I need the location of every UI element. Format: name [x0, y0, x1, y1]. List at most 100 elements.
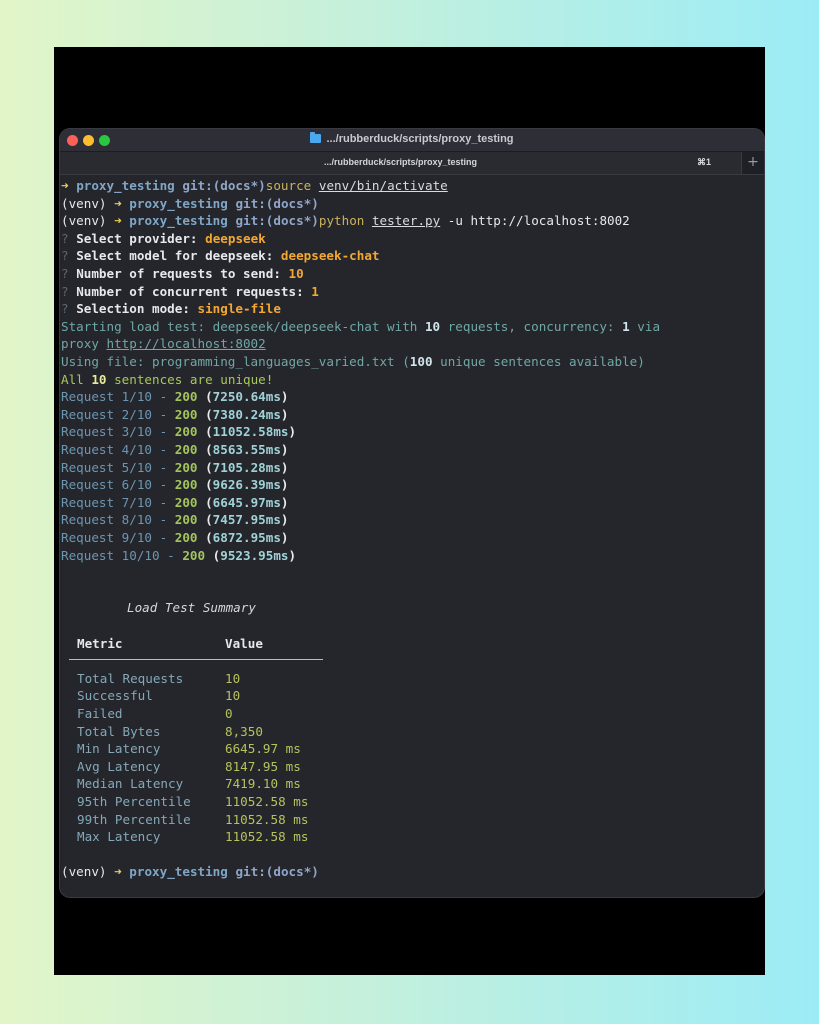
prompt-label: Selection mode: [76, 301, 190, 317]
using-text: Using file: programming_languages_varied… [61, 354, 410, 369]
tab-bar: .../rubberduck/scripts/proxy_testing ⌘1 … [60, 152, 764, 175]
request-line: Request 1/10 - 200 (7250.64ms) [61, 389, 289, 405]
prompt-arrow-icon: ➜ [114, 213, 122, 229]
tab-proxy-testing[interactable]: .../rubberduck/scripts/proxy_testing ⌘1 [60, 152, 742, 174]
unique-text: All [61, 371, 92, 387]
unique-line: All 10 sentences are unique! [61, 371, 273, 389]
prompt-answer-line: ? Select model for deepseek: deepseek-ch… [61, 247, 380, 265]
request-latency: 11052.58ms [212, 424, 289, 440]
request-label: Request 5/10 - [61, 459, 175, 475]
proxy-url-link[interactable]: http://localhost:8002 [107, 336, 266, 351]
summary-metric: 95th Percentile [77, 794, 191, 809]
status-code: 200 [182, 547, 206, 563]
prompt-answer-line: ? Selection mode: single-file [61, 300, 281, 318]
unique-text-2: sentences are unique! [106, 371, 274, 387]
prompt-arrow-icon: ➜ [61, 178, 69, 193]
request-label: Request 4/10 - [61, 442, 175, 457]
summary-header-metric: Metric [77, 635, 123, 651]
summary-value: 11052.58 ms [225, 829, 309, 845]
request-line: Request 7/10 - 200 (6645.97ms) [61, 494, 289, 510]
start-count: 10 [424, 318, 441, 334]
status-code: 200 [174, 424, 198, 440]
status-code: 200 [174, 406, 198, 422]
question-mark: ? [61, 283, 69, 299]
summary-metric: Total Bytes [77, 723, 161, 739]
folder-icon [310, 132, 322, 143]
request-line: Request 5/10 - 200 (7105.28ms) [61, 459, 289, 475]
prompt-dir: proxy_testing [129, 213, 228, 229]
prompt-arrow-icon: ➜ [114, 195, 122, 211]
request-label: Request 6/10 - [61, 477, 175, 493]
prompt-line: ➜ proxy_testing git:(docs*)source venv/b… [61, 177, 448, 195]
status-code: 200 [174, 389, 198, 405]
prompt-venv: (venv) [61, 195, 107, 211]
prompt-answer-line: ? Number of concurrent requests: 1 [61, 283, 319, 301]
proxy-line: proxy http://localhost:8002 [61, 335, 266, 353]
using-file-line: Using file: programming_languages_varied… [61, 353, 645, 371]
summary-metric: Max Latency [77, 829, 161, 845]
summary-value: 8147.95 ms [225, 758, 301, 774]
title-bar: .../rubberduck/scripts/proxy_testing [60, 129, 764, 152]
request-latency: 7457.95ms [212, 512, 281, 528]
request-label: Request 8/10 - [61, 512, 175, 528]
summary-title: Load Test Summary [127, 600, 256, 616]
start-text-3: via [629, 318, 661, 334]
request-label: Request 1/10 - [61, 389, 175, 405]
summary-value: 0 [225, 706, 233, 721]
tab-title: .../rubberduck/scripts/proxy_testing [323, 157, 478, 167]
summary-metric: Avg Latency [77, 758, 161, 774]
question-mark: ? [61, 266, 69, 281]
tab-shortcut: ⌘1 [696, 157, 711, 167]
prompt-line: (venv) ➜ proxy_testing git:(docs*) [61, 195, 319, 213]
command-arg: tester.py [371, 213, 441, 229]
new-tab-button[interactable]: + [742, 152, 764, 174]
question-mark: ? [61, 230, 69, 246]
summary-header-value: Value [225, 635, 263, 651]
prompt-dir: proxy_testing [76, 178, 175, 193]
status-code: 200 [174, 442, 198, 457]
request-latency: 9626.39ms [212, 477, 281, 493]
summary-metric: Total Requests [77, 670, 184, 686]
command-flags: -u http://localhost:8002 [447, 213, 630, 229]
status-code: 200 [174, 530, 198, 545]
request-label: Request 9/10 - [61, 530, 175, 545]
prompt-git: git:(docs*) [182, 178, 266, 193]
request-line: Request 2/10 - 200 (7380.24ms) [61, 406, 289, 422]
status-code: 200 [174, 477, 198, 493]
prompt-answer: 10 [288, 266, 304, 281]
command-arg: venv/bin/activate [318, 178, 448, 193]
request-line: Request 8/10 - 200 (7457.95ms) [61, 512, 289, 528]
request-line: Request 10/10 - 200 (9523.95ms) [61, 547, 297, 563]
request-latency: 6645.97ms [212, 494, 281, 510]
prompt-git: git:(docs*) [235, 195, 319, 211]
prompt-line: (venv) ➜ proxy_testing git:(docs*)python… [61, 212, 630, 230]
status-code: 200 [174, 512, 198, 528]
prompt-venv: (venv) [61, 864, 107, 880]
prompt-answer: deepseek-chat [280, 248, 380, 264]
summary-value: 10 [225, 670, 241, 686]
request-label: Request 2/10 - [61, 406, 175, 422]
summary-divider [69, 659, 323, 660]
using-count: 100 [409, 354, 433, 369]
summary-value: 11052.58 ms [225, 811, 309, 827]
summary-value: 8,350 [225, 723, 263, 739]
request-latency: 8563.55ms [212, 442, 281, 457]
command: python [318, 213, 365, 229]
status-code: 200 [174, 459, 198, 475]
summary-metric: Min Latency [77, 741, 161, 757]
prompt-dir: proxy_testing [129, 864, 228, 880]
request-line: Request 3/10 - 200 (11052.58ms) [61, 424, 297, 440]
prompt-venv: (venv) [61, 213, 107, 229]
start-concurrency: 1 [622, 318, 630, 334]
summary-value: 7419.10 ms [225, 776, 301, 792]
using-text-2: unique sentences available) [432, 354, 645, 369]
start-text-2: requests, concurrency: [440, 318, 623, 334]
start-text: Starting load test: deepseek/deepseek-ch… [61, 318, 425, 334]
summary-value: 6645.97 ms [225, 741, 301, 757]
start-line: Starting load test: deepseek/deepseek-ch… [61, 318, 660, 336]
request-label: Request 7/10 - [61, 494, 175, 510]
proxy-prefix: proxy [61, 336, 107, 352]
prompt-git: git:(docs*) [235, 864, 319, 880]
request-line: Request 6/10 - 200 (9626.39ms) [61, 477, 289, 493]
request-label: Request 3/10 - [61, 424, 175, 440]
